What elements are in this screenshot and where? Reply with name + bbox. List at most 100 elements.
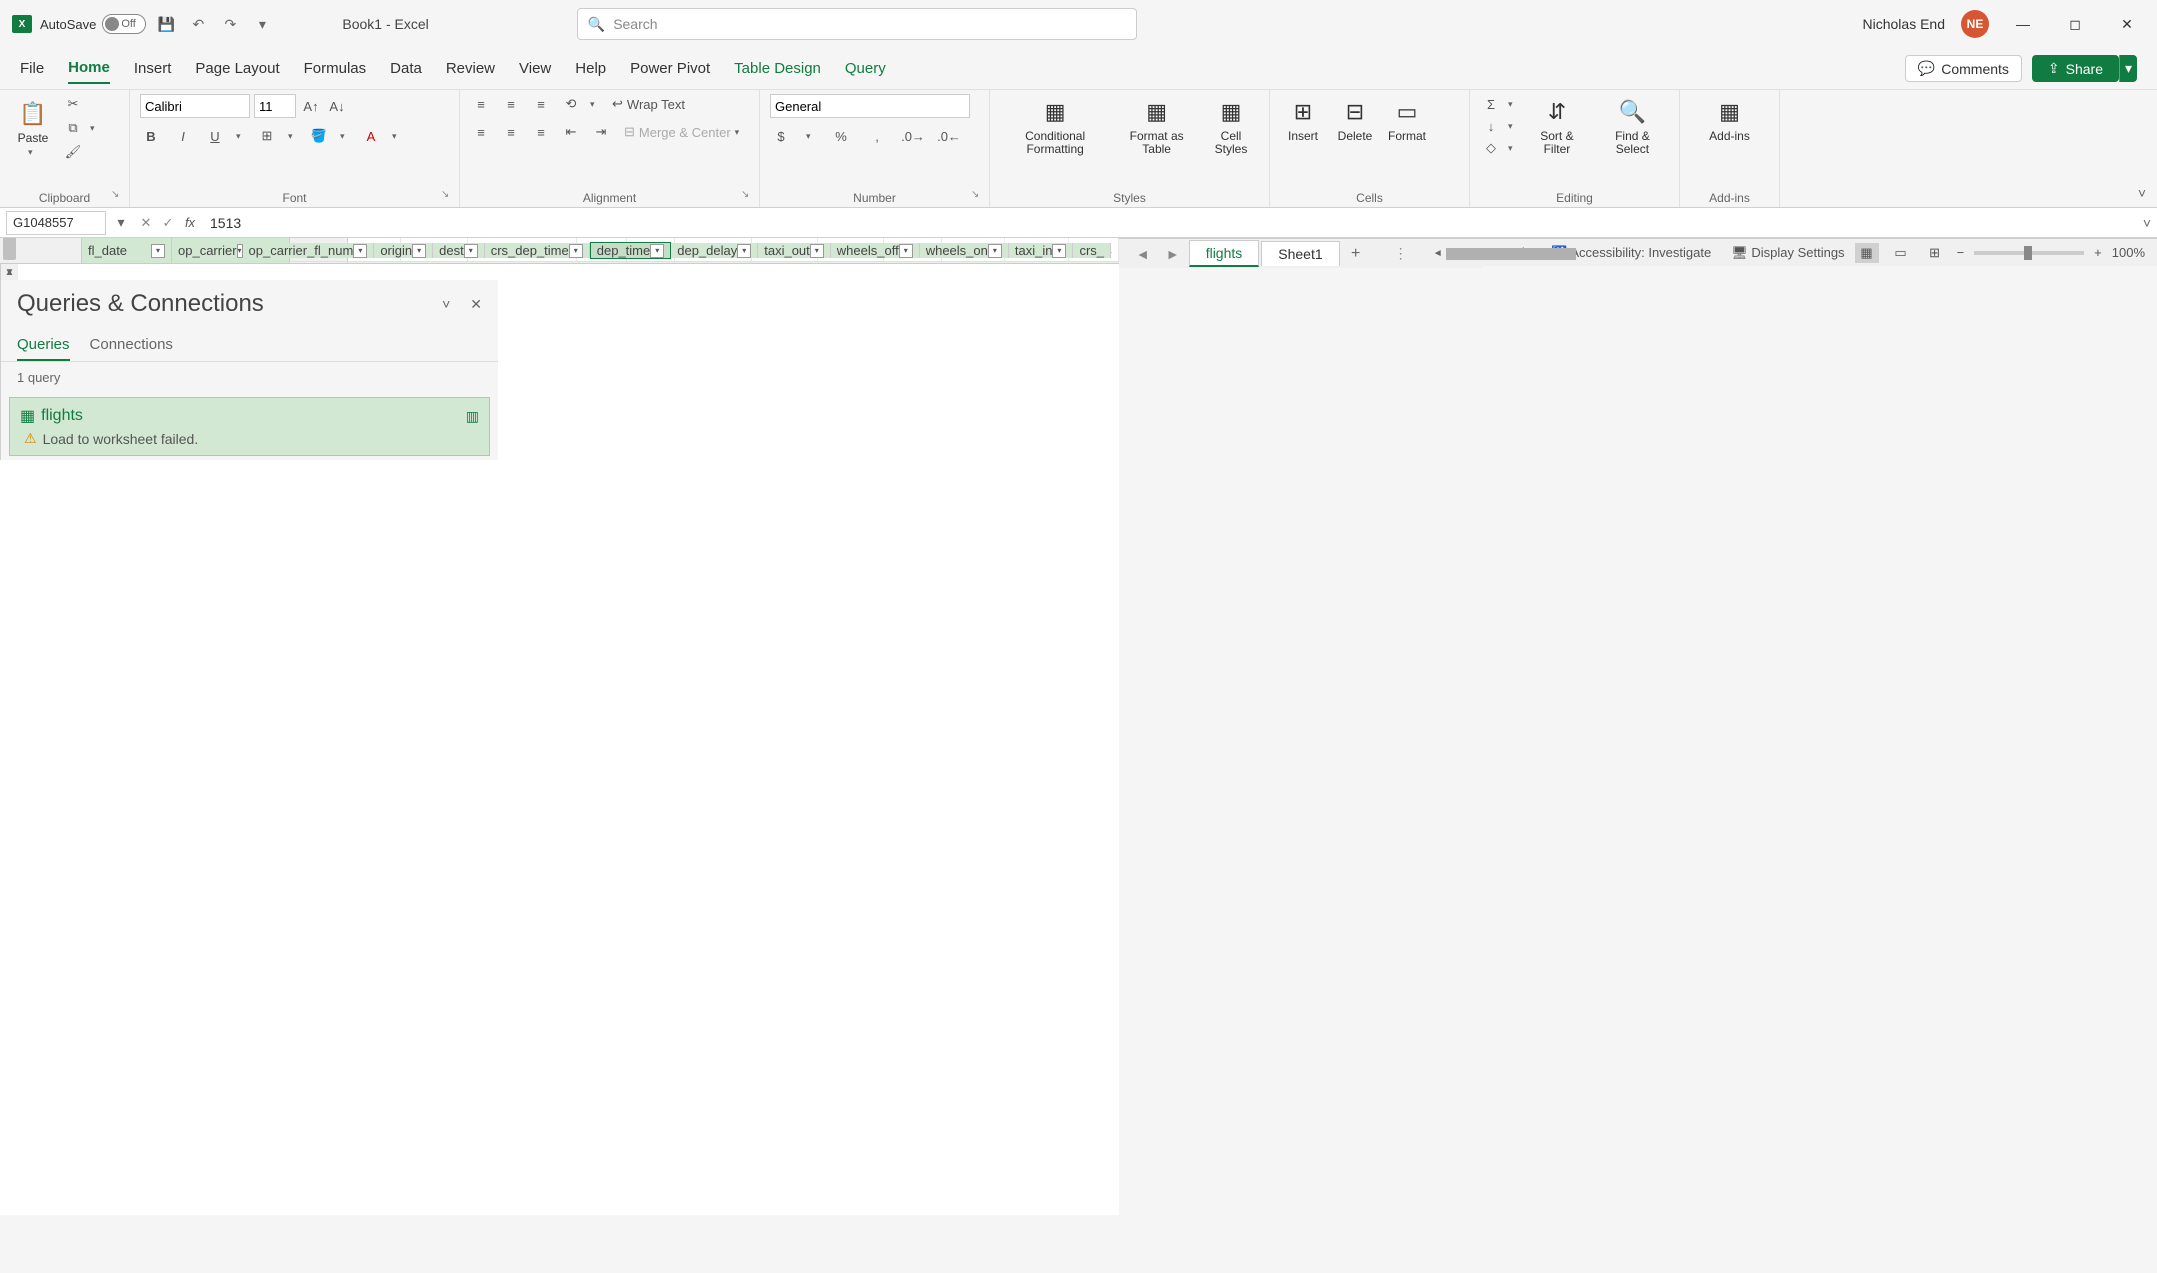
tab-review[interactable]: Review [446, 54, 495, 83]
align-bottom-icon[interactable]: ≡ [530, 94, 552, 114]
chevron-down-icon[interactable]: ▾ [1508, 99, 1518, 110]
sheet-tab-sheet1[interactable]: Sheet1 [1261, 241, 1339, 266]
redo-icon[interactable]: ↷ [218, 12, 242, 36]
filter-dropdown-icon[interactable]: ▾ [569, 244, 583, 258]
fill-color-icon[interactable]: 🪣 [308, 126, 330, 146]
cell[interactable]: 5/2/2018 [348, 262, 401, 263]
align-top-icon[interactable]: ≡ [470, 94, 492, 114]
cancel-formula-icon[interactable]: ✕ [136, 213, 156, 233]
bold-button[interactable]: B [140, 126, 162, 146]
scrollbar-thumb[interactable] [3, 238, 16, 260]
align-left-icon[interactable]: ≡ [470, 122, 492, 142]
filter-dropdown-icon[interactable]: ▾ [464, 244, 478, 258]
comma-icon[interactable]: , [866, 126, 888, 146]
customize-qat-icon[interactable]: ▾ [250, 12, 274, 36]
cut-icon[interactable]: ✂ [62, 94, 84, 114]
format-cells-button[interactable]: ▭Format [1384, 94, 1430, 145]
filter-dropdown-icon[interactable]: ▾ [988, 244, 1002, 258]
tab-scroll-options-icon[interactable]: ⋮ [1394, 245, 1408, 262]
chevron-down-icon[interactable]: ▾ [340, 131, 350, 142]
filter-dropdown-icon[interactable]: ▾ [650, 244, 664, 258]
column-header-crs-arr[interactable]: crs_ [1073, 243, 1111, 258]
column-header-wheels-off[interactable]: wheels_off▾ [831, 243, 920, 258]
chevron-down-icon[interactable]: ▾ [28, 147, 38, 158]
search-box[interactable]: 🔍 Search [577, 8, 1137, 40]
paste-button[interactable]: 📋 Paste ▾ [10, 96, 56, 160]
cell[interactable]: -6 [818, 262, 884, 263]
chevron-down-icon[interactable]: ▾ [806, 131, 816, 142]
font-name-select[interactable] [140, 94, 250, 118]
scroll-down-icon[interactable]: ▼ [1, 264, 18, 280]
column-header-taxi-out[interactable]: taxi_out▾ [758, 243, 831, 258]
tab-help[interactable]: Help [575, 54, 606, 83]
tab-table-design[interactable]: Table Design [734, 54, 821, 83]
column-header-fl-date[interactable]: fl_date▾ [82, 238, 172, 263]
insert-function-icon[interactable]: fx [180, 213, 200, 233]
delete-cells-button[interactable]: ⊟Delete [1332, 94, 1378, 145]
autosum-icon[interactable]: Σ [1480, 94, 1502, 114]
increase-indent-icon[interactable]: ⇥ [590, 122, 612, 142]
dialog-launcher-icon[interactable]: ↘ [441, 189, 455, 203]
spreadsheet-grid[interactable]: fl_date▾ op_carrier▾ op_carrier_fl_num▾ … [0, 238, 1119, 1215]
chevron-down-icon[interactable]: ▾ [1508, 143, 1518, 154]
column-header-dest[interactable]: dest▾ [433, 243, 485, 258]
row-header[interactable]: 1048553 [290, 262, 348, 263]
cell-styles-button[interactable]: ▦Cell Styles [1203, 94, 1259, 158]
display-settings-button[interactable]: 🖥 Display Settings [1731, 245, 1844, 261]
horizontal-scrollbar[interactable]: ◄ ► [1430, 247, 1462, 261]
percent-icon[interactable]: % [830, 126, 852, 146]
chevron-down-icon[interactable]: ▾ [288, 131, 298, 142]
zoom-in-icon[interactable]: + [2094, 245, 2102, 260]
tab-file[interactable]: File [20, 54, 44, 83]
zoom-slider[interactable] [1974, 251, 2084, 255]
cell[interactable]: 20 [884, 262, 942, 263]
chevron-down-icon[interactable]: ▾ [1508, 121, 1518, 132]
column-header-fl-num[interactable]: op_carrier_fl_num▾ [243, 243, 375, 258]
dialog-launcher-icon[interactable]: ↘ [741, 189, 755, 203]
toggle-switch-icon[interactable]: Off [102, 14, 146, 34]
column-header-dep-time[interactable]: dep_time▾ [590, 242, 671, 259]
decrease-decimal-icon[interactable]: .0← [938, 126, 960, 146]
panel-tab-queries[interactable]: Queries [17, 330, 70, 361]
format-painter-icon[interactable]: 🖌 [62, 142, 84, 162]
chevron-down-icon[interactable]: ▾ [236, 131, 246, 142]
decrease-font-icon[interactable]: A↓ [326, 96, 348, 116]
tab-formulas[interactable]: Formulas [304, 54, 367, 83]
dialog-launcher-icon[interactable]: ↘ [111, 189, 125, 203]
chevron-down-icon[interactable]: ▾ [392, 131, 402, 142]
cell[interactable]: 2014 [752, 262, 818, 263]
name-box-dropdown-icon[interactable]: ▾ [112, 214, 130, 231]
share-dropdown[interactable]: ▾ [2119, 55, 2137, 82]
user-name[interactable]: Nicholas End [1863, 16, 1946, 32]
table-row[interactable]: 10485535/2/2018UA1837EWRAUS20202014-6202… [290, 262, 1119, 263]
column-header-crs-dep-time[interactable]: crs_dep_time▾ [485, 243, 590, 258]
edit-query-icon[interactable]: ▥ [466, 408, 479, 425]
filter-dropdown-icon[interactable]: ▾ [899, 244, 913, 258]
tab-page-layout[interactable]: Page Layout [195, 54, 279, 83]
tab-power-pivot[interactable]: Power Pivot [630, 54, 710, 83]
increase-decimal-icon[interactable]: .0→ [902, 126, 924, 146]
scroll-left-icon[interactable]: ◄ [1430, 248, 1446, 259]
find-select-button[interactable]: 🔍Find & Select [1596, 94, 1669, 158]
zoom-level[interactable]: 100% [2112, 245, 2145, 260]
collapse-ribbon-icon[interactable]: ˅ [2127, 90, 2157, 207]
panel-close-icon[interactable]: ✕ [470, 296, 482, 313]
borders-icon[interactable]: ⊞ [256, 126, 278, 146]
page-layout-view-icon[interactable]: ▭ [1889, 243, 1913, 263]
sort-filter-button[interactable]: ⇵Sort & Filter [1524, 94, 1590, 158]
sheet-nav-next-icon[interactable]: ► [1159, 242, 1187, 266]
share-button[interactable]: ⇪Share [2032, 55, 2119, 82]
column-header-wheels-on[interactable]: wheels_on▾ [920, 243, 1009, 258]
align-middle-icon[interactable]: ≡ [500, 94, 522, 114]
increase-font-icon[interactable]: A↑ [300, 96, 322, 116]
zoom-handle[interactable] [2024, 246, 2032, 260]
undo-icon[interactable]: ↶ [186, 12, 210, 36]
user-avatar[interactable]: NE [1961, 10, 1989, 38]
filter-dropdown-icon[interactable]: ▾ [737, 244, 751, 258]
sheet-tab-flights[interactable]: flights [1189, 240, 1260, 267]
comments-button[interactable]: 💬Comments [1905, 55, 2022, 82]
font-color-icon[interactable]: A [360, 126, 382, 146]
fill-icon[interactable]: ↓ [1480, 116, 1502, 136]
accounting-icon[interactable]: $ [770, 126, 792, 146]
align-center-icon[interactable]: ≡ [500, 122, 522, 142]
